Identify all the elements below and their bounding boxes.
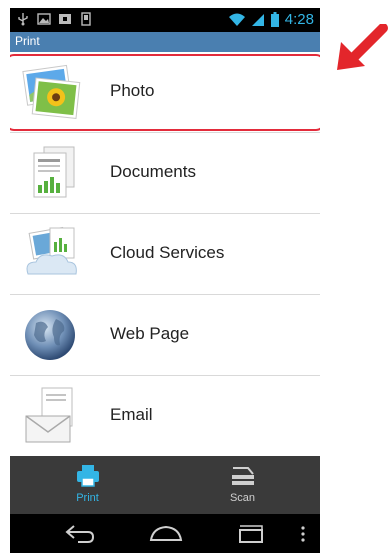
bottom-action-bar: Print Scan — [10, 456, 320, 514]
cloud-services-icon — [26, 226, 77, 275]
status-time: 4:28 — [284, 11, 314, 28]
list-item-cloud-services[interactable]: Cloud Services — [10, 214, 320, 295]
scanner-icon — [232, 467, 254, 485]
wifi-icon — [228, 13, 245, 26]
globe-icon — [25, 310, 75, 360]
tab-print[interactable]: Print — [10, 456, 165, 514]
print-options-list: Photo Documents Cloud Services Web Page … — [10, 52, 320, 457]
battery-icon — [270, 12, 279, 27]
printer-icon — [77, 465, 99, 487]
signal-icon — [251, 13, 264, 26]
overflow-menu-icon[interactable] — [300, 526, 306, 542]
phone-notification-icon — [81, 12, 91, 26]
image-notification-icon — [37, 13, 51, 25]
media-notification-icon — [59, 14, 71, 24]
title-bar: Print — [10, 32, 320, 52]
highlight-outline — [10, 54, 320, 131]
list-item-label: Cloud Services — [110, 243, 225, 262]
back-icon[interactable] — [64, 522, 96, 544]
home-icon[interactable] — [149, 524, 183, 542]
list-item-label: Email — [110, 405, 153, 424]
red-arrow-pointer-icon — [337, 24, 388, 70]
list-item-web-page[interactable]: Web Page — [10, 295, 320, 376]
documents-icon — [33, 146, 75, 198]
tab-scan[interactable]: Scan — [165, 456, 320, 514]
list-item-email[interactable]: Email — [10, 376, 320, 457]
phone-screen: 4:28 Print Photo Documents Cloud Service… — [10, 8, 320, 553]
page-title: Print — [15, 34, 40, 48]
system-nav-bar — [10, 514, 320, 553]
tab-label: Scan — [229, 492, 256, 504]
tab-label: Print — [76, 492, 99, 504]
recent-apps-icon[interactable] — [236, 522, 266, 544]
list-item-photo[interactable]: Photo — [10, 52, 320, 133]
status-bar: 4:28 — [10, 8, 320, 32]
list-item-label: Documents — [110, 162, 196, 181]
envelope-icon — [25, 387, 73, 443]
usb-icon — [18, 13, 28, 26]
list-item-documents[interactable]: Documents — [10, 133, 320, 214]
list-item-label: Web Page — [110, 324, 190, 343]
